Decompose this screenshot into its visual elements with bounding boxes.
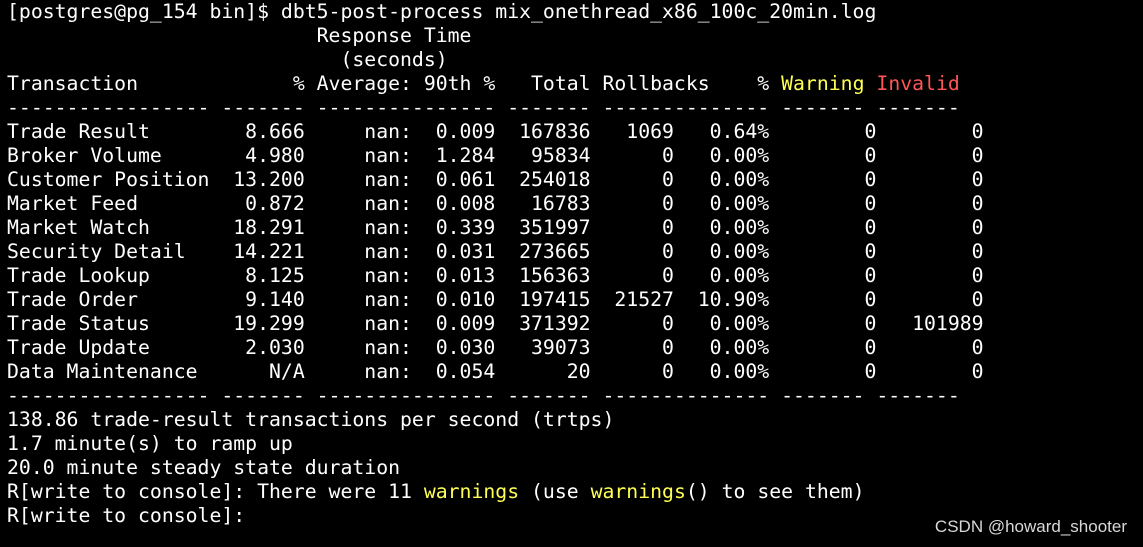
table-row: Customer Position 13.200 nan: 0.061 2540… xyxy=(7,168,984,191)
table-row: Trade Update 2.030 nan: 0.030 39073 0 0.… xyxy=(7,336,984,359)
console-text: R[write to console]: There were 11 xyxy=(7,480,424,503)
console-text: () to see them) xyxy=(685,480,865,503)
table-row: Data Maintenance N/A nan: 0.054 20 0 0.0… xyxy=(7,360,984,383)
summary-ramp-up: 1.7 minute(s) to ramp up xyxy=(7,432,293,455)
watermark: CSDN @howard_shooter xyxy=(934,517,1127,536)
table-row: Broker Volume 4.980 nan: 1.284 95834 0 0… xyxy=(7,144,984,167)
column-header-invalid: Invalid xyxy=(876,72,960,95)
summary-steady-state: 20.0 minute steady state duration xyxy=(7,456,401,479)
column-headers-main: Transaction % Average: 90th % Total Roll… xyxy=(7,72,782,95)
warnings-word: warnings xyxy=(423,480,520,503)
header-seconds: (seconds) xyxy=(7,48,448,71)
column-header-gap xyxy=(864,72,876,95)
table-row: Trade Lookup 8.125 nan: 0.013 156363 0 0… xyxy=(7,264,984,287)
table-separator-top: ----------------- ------- --------------… xyxy=(7,96,960,119)
table-row: Market Watch 18.291 nan: 0.339 351997 0 … xyxy=(7,216,984,239)
table-row: Trade Result 8.666 nan: 0.009 167836 106… xyxy=(7,120,984,143)
header-response-time: Response Time xyxy=(7,24,472,47)
summary-trtps: 138.86 trade-result transactions per sec… xyxy=(7,408,615,431)
column-headers: Transaction % Average: 90th % Total Roll… xyxy=(7,72,1143,96)
table-row: Market Feed 0.872 nan: 0.008 16783 0 0.0… xyxy=(7,192,984,215)
console-warning-line: R[write to console]: There were 11 warni… xyxy=(7,480,1143,504)
terminal-window[interactable]: [postgres@pg_154 bin]$ dbt5-post-process… xyxy=(0,0,1143,547)
command-line: [postgres@pg_154 bin]$ dbt5-post-process… xyxy=(7,0,877,23)
warnings-function: warnings xyxy=(590,480,686,503)
column-header-warning: Warning xyxy=(781,72,865,95)
table-row: Trade Order 9.140 nan: 0.010 197415 2152… xyxy=(7,288,984,311)
table-separator-bottom: ----------------- ------- --------------… xyxy=(7,384,960,407)
table-row: Security Detail 14.221 nan: 0.031 273665… xyxy=(7,240,984,263)
console-text: (use xyxy=(519,480,591,503)
table-row: Trade Status 19.299 nan: 0.009 371392 0 … xyxy=(7,312,984,335)
